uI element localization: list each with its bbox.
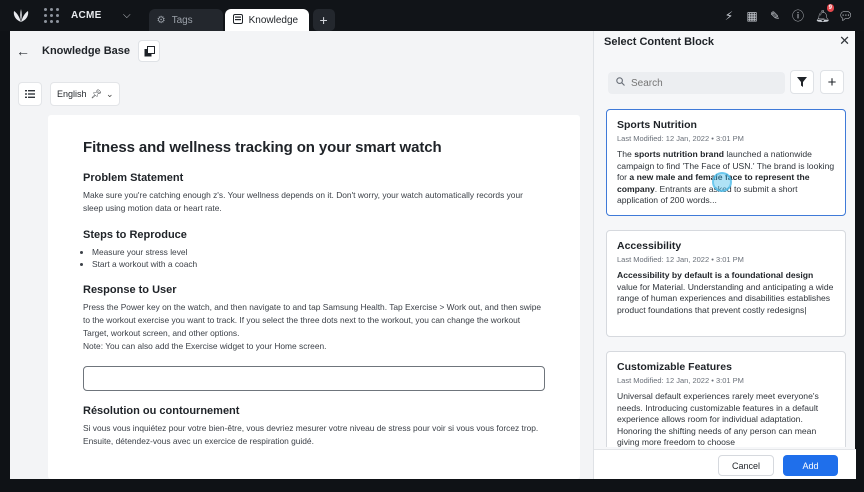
- main-content: ← Knowledge Base English 📌︎ ⌄ Fitness an…: [10, 31, 593, 479]
- content-block-list: Sports Nutrition Last Modified: 12 Jan, …: [606, 109, 846, 447]
- filter-icon: [797, 77, 807, 87]
- body-bold: sports nutrition brand: [634, 149, 724, 159]
- tab-strip: ⚙ Tags Knowledge B +: [148, 0, 335, 31]
- app-logo-icon[interactable]: [9, 4, 33, 28]
- language-label: English: [57, 89, 87, 99]
- card-meta: Last Modified: 12 Jan, 2022 • 3:01 PM: [617, 134, 744, 143]
- search-icon: [616, 77, 625, 89]
- card-body: Accessibility by default is a foundation…: [617, 270, 835, 316]
- card-title: Customizable Features: [617, 361, 732, 373]
- pin-icon: 📌︎: [90, 88, 102, 99]
- pointer-cursor-indicator: [712, 172, 732, 192]
- open-external-icon[interactable]: [138, 40, 161, 62]
- tab-label: Knowledge B: [248, 14, 301, 26]
- cancel-button[interactable]: Cancel: [718, 455, 774, 476]
- tab-tags[interactable]: ⚙ Tags: [148, 9, 223, 31]
- kb-icon: [232, 13, 243, 27]
- add-content-block-button[interactable]: +: [820, 70, 844, 94]
- close-icon[interactable]: ✕: [839, 33, 850, 49]
- body-bold: Accessibility by default is a foundation…: [617, 270, 814, 280]
- page-title: Knowledge Base: [42, 45, 131, 57]
- top-bar: ACME ⌵ ⚙ Tags Knowledge B + ⚡︎ ▦ ✎ ⓘ 🔔︎9…: [0, 0, 864, 31]
- language-select[interactable]: English 📌︎ ⌄: [50, 82, 120, 106]
- steps-list: Measure your stress level Start a workou…: [83, 246, 545, 270]
- select-content-block-panel: Select Content Block ✕ + Sports Nutritio…: [593, 31, 856, 479]
- section-heading: Response to User: [83, 284, 177, 296]
- bell-icon[interactable]: 🔔︎ 9: [815, 3, 834, 23]
- card-meta: Last Modified: 12 Jan, 2022 • 3:01 PM: [617, 255, 744, 264]
- section-heading: Problem Statement: [83, 172, 184, 184]
- page-header: ← Knowledge Base: [10, 31, 593, 71]
- section-heading: Résolution ou contournement: [83, 405, 240, 417]
- bottom-strip: [0, 479, 864, 492]
- search-input[interactable]: [631, 77, 771, 89]
- top-right-icons: ⚡︎ ▦ ✎ ⓘ 🔔︎ 9 💬︎: [723, 3, 853, 24]
- document-body: Fitness and wellness tracking on your sm…: [48, 115, 580, 479]
- app-switcher-icon[interactable]: [41, 6, 61, 26]
- content-block-card[interactable]: Sports Nutrition Last Modified: 12 Jan, …: [606, 109, 846, 216]
- list-icon[interactable]: [18, 82, 42, 106]
- panel-footer: Cancel Add: [594, 449, 856, 479]
- document-toolbar: English 📌︎ ⌄: [18, 82, 120, 106]
- body-text: value for Material. Understanding and an…: [617, 281, 834, 315]
- section-note: Note: You can also add the Exercise widg…: [83, 341, 327, 351]
- search-box[interactable]: [608, 72, 785, 94]
- back-arrow-icon[interactable]: ←: [16, 43, 30, 59]
- tab-knowledge-base[interactable]: Knowledge B: [224, 9, 309, 31]
- bolt-icon[interactable]: ⚡︎: [723, 9, 735, 23]
- section-text: Make sure you're catching enough z's. Yo…: [83, 190, 523, 213]
- section-heading: Steps to Reproduce: [83, 229, 187, 241]
- org-name[interactable]: ACME: [71, 10, 117, 21]
- list-item: Measure your stress level: [92, 246, 545, 258]
- calendar-icon[interactable]: ▦: [746, 9, 758, 23]
- section-text: Si vous vous inquiétez pour votre bien-ê…: [83, 423, 539, 446]
- add-button[interactable]: Add: [783, 455, 838, 476]
- gear-icon: ⚙: [156, 14, 166, 26]
- section-text: Press the Power key on the watch, and th…: [83, 302, 542, 338]
- org-chevron-down-icon[interactable]: ⌵: [123, 10, 131, 21]
- notification-badge: 9: [826, 3, 834, 12]
- new-tab-button[interactable]: +: [312, 9, 335, 31]
- chat-icon[interactable]: 💬︎: [838, 9, 853, 23]
- panel-title: Select Content Block: [604, 36, 715, 48]
- filter-button[interactable]: [790, 70, 814, 94]
- card-title: Sports Nutrition: [617, 119, 697, 131]
- content-block-card[interactable]: Accessibility Last Modified: 12 Jan, 202…: [606, 230, 846, 337]
- pen-icon[interactable]: ✎: [769, 9, 781, 23]
- tab-label: Tags: [171, 14, 193, 26]
- body-text: The: [617, 149, 635, 159]
- help-icon[interactable]: ⓘ: [792, 7, 804, 24]
- card-body: Universal default experiences rarely mee…: [617, 391, 819, 447]
- content-block-card[interactable]: Customizable Features Last Modified: 12 …: [606, 351, 846, 447]
- list-item: Start a workout with a coach: [92, 258, 545, 270]
- card-meta: Last Modified: 12 Jan, 2022 • 3:01 PM: [617, 376, 744, 385]
- content-block-placeholder[interactable]: [83, 366, 545, 391]
- chevron-down-icon: ⌄: [105, 88, 114, 99]
- card-title: Accessibility: [617, 240, 682, 252]
- document-title: Fitness and wellness tracking on your sm…: [83, 139, 442, 156]
